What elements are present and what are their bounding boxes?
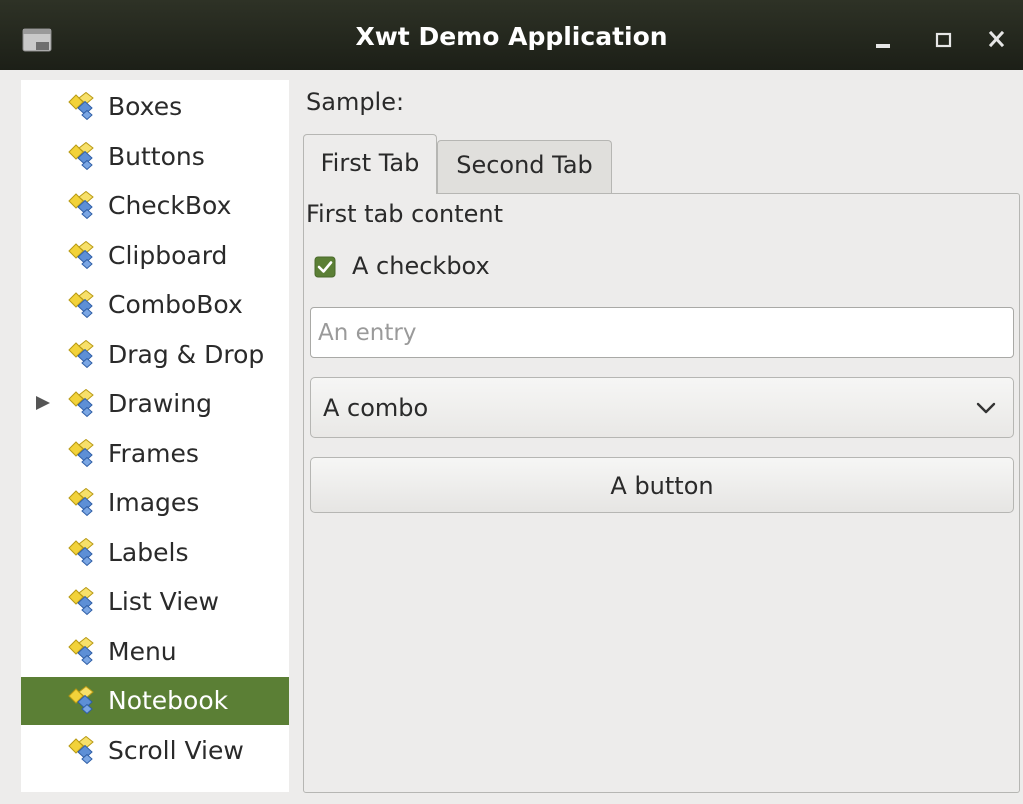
title-bar[interactable]: Xwt Demo Application — [0, 0, 1023, 70]
tree-item-label: CheckBox — [108, 191, 232, 220]
tree-item-label: Buttons — [108, 141, 205, 171]
tree-item[interactable]: Images — [21, 479, 289, 527]
tree-item[interactable]: Buttons — [21, 133, 289, 181]
tab-first[interactable]: First Tab — [303, 134, 437, 194]
widget-diamond-icon — [68, 339, 94, 368]
close-icon[interactable] — [981, 22, 1013, 56]
tree-item-label: Clipboard — [108, 240, 228, 270]
tree-item[interactable]: Menu — [21, 628, 289, 676]
widget-diamond-icon — [68, 438, 94, 467]
checkbox-label: A checkbox — [352, 252, 490, 280]
tree-item[interactable]: Labels — [21, 529, 289, 577]
maximize-icon[interactable] — [927, 22, 959, 56]
tree-item-label: Menu — [108, 636, 177, 666]
minimize-icon[interactable] — [870, 22, 902, 56]
tree-item-label: Labels — [108, 537, 189, 567]
tree-item-label: Drawing — [108, 389, 212, 418]
tree-item[interactable]: Frames — [21, 430, 289, 478]
tree-item[interactable]: Scroll View — [21, 727, 289, 775]
widget-diamond-icon — [68, 290, 94, 319]
combo-value: A combo — [323, 394, 429, 422]
tree-item-label: ComboBox — [108, 290, 243, 319]
sample-label: Sample: — [306, 88, 405, 116]
tab-content-text: First tab content — [306, 200, 504, 228]
widget-diamond-icon — [68, 488, 94, 517]
widget-diamond-icon — [68, 636, 94, 665]
tab-label: First Tab — [320, 149, 420, 177]
tree-item[interactable]: Notebook — [21, 677, 289, 725]
tree-item-label: Notebook — [108, 686, 229, 715]
tab-second[interactable]: Second Tab — [437, 140, 612, 194]
widget-diamond-icon — [68, 587, 94, 616]
tree-item[interactable]: Drag & Drop — [21, 331, 289, 379]
tree-item[interactable]: Drawing — [21, 380, 289, 428]
sample-tree[interactable]: Boxes Buttons CheckBox Clipboard ComboBox Dra… — [21, 80, 289, 792]
widget-diamond-icon — [68, 92, 94, 121]
sample-button[interactable]: A button — [310, 457, 1014, 513]
tree-item-label: Drag & Drop — [108, 339, 265, 369]
widget-diamond-icon — [68, 389, 94, 418]
tree-item-label: Frames — [108, 438, 199, 468]
widget-diamond-icon — [68, 141, 94, 170]
chevron-down-icon — [976, 402, 996, 414]
tree-item[interactable]: CheckBox — [21, 182, 289, 230]
widget-diamond-icon — [68, 686, 94, 715]
tree-item-label: Boxes — [108, 92, 183, 121]
widget-diamond-icon — [68, 191, 94, 220]
checkbox-checked-icon[interactable] — [314, 256, 336, 278]
sample-combo[interactable]: A combo — [310, 377, 1014, 438]
sample-entry[interactable] — [310, 307, 1014, 358]
tab-label: Second Tab — [456, 151, 593, 179]
tree-item-label: Images — [108, 488, 200, 517]
tree-item-label: Scroll View — [108, 735, 244, 765]
widget-diamond-icon — [68, 537, 94, 566]
widget-diamond-icon — [68, 735, 94, 764]
widget-diamond-icon — [68, 240, 94, 269]
tree-item[interactable]: ComboBox — [21, 281, 289, 329]
tree-item[interactable]: List View — [21, 578, 289, 626]
application-window: Xwt Demo Application Boxes Buttons CheckBo… — [0, 0, 1023, 804]
tree-item[interactable]: Boxes — [21, 83, 289, 131]
button-label: A button — [610, 472, 714, 500]
tree-item[interactable]: Clipboard — [21, 232, 289, 280]
tree-item-label: List View — [108, 587, 219, 616]
expander-arrow-icon[interactable] — [33, 393, 53, 413]
